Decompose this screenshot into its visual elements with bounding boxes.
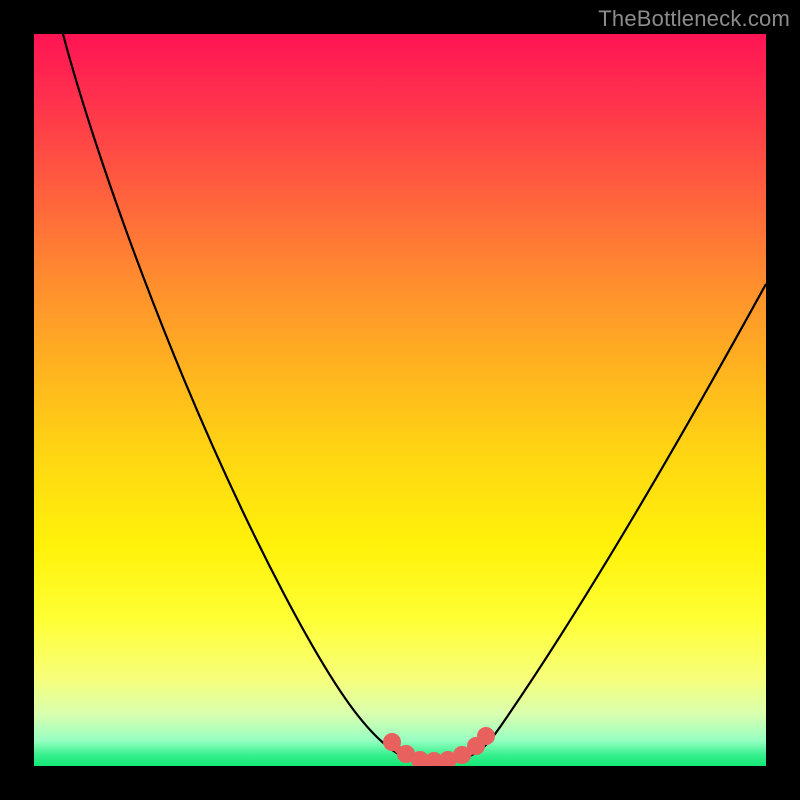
highlight-dot [443,755,453,765]
chart-frame: TheBottleneck.com [0,0,800,800]
bottleneck-curve-path [63,34,766,763]
watermark-text: TheBottleneck.com [598,6,790,32]
highlight-dot [457,750,467,760]
bottom-highlight-group [387,731,491,766]
highlight-dot [429,756,439,766]
highlight-dot [387,737,397,747]
bottleneck-curve-svg [34,34,766,766]
highlight-dot [481,731,491,741]
highlight-dot [401,749,411,759]
plot-area [34,34,766,766]
highlight-dot [415,755,425,765]
highlight-dot [471,741,481,751]
